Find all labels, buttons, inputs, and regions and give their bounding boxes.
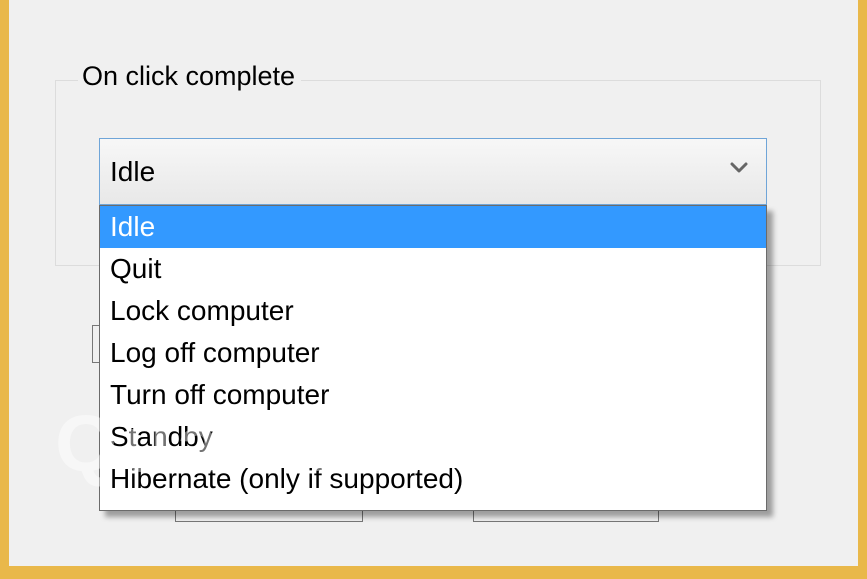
group-title: On click complete [78, 59, 302, 93]
dropdown-item-quit[interactable]: Quit [100, 248, 766, 290]
completion-action-dropdown[interactable]: Idle [99, 138, 767, 205]
dropdown-item-turn-off-computer[interactable]: Turn off computer [100, 374, 766, 416]
dropdown-item-standby[interactable]: Standby [100, 416, 766, 458]
dropdown-item-log-off-computer[interactable]: Log off computer [100, 332, 766, 374]
chevron-down-icon[interactable] [728, 157, 750, 179]
dropdown-item-hibernate[interactable]: Hibernate (only if supported) [100, 458, 766, 500]
selected-action: Idle [110, 156, 156, 187]
dropdown-item-idle[interactable]: Idle [100, 206, 766, 248]
dropdown-list: Idle Quit Lock computer Log off computer… [99, 205, 767, 511]
dropdown-item-lock-computer[interactable]: Lock computer [100, 290, 766, 332]
